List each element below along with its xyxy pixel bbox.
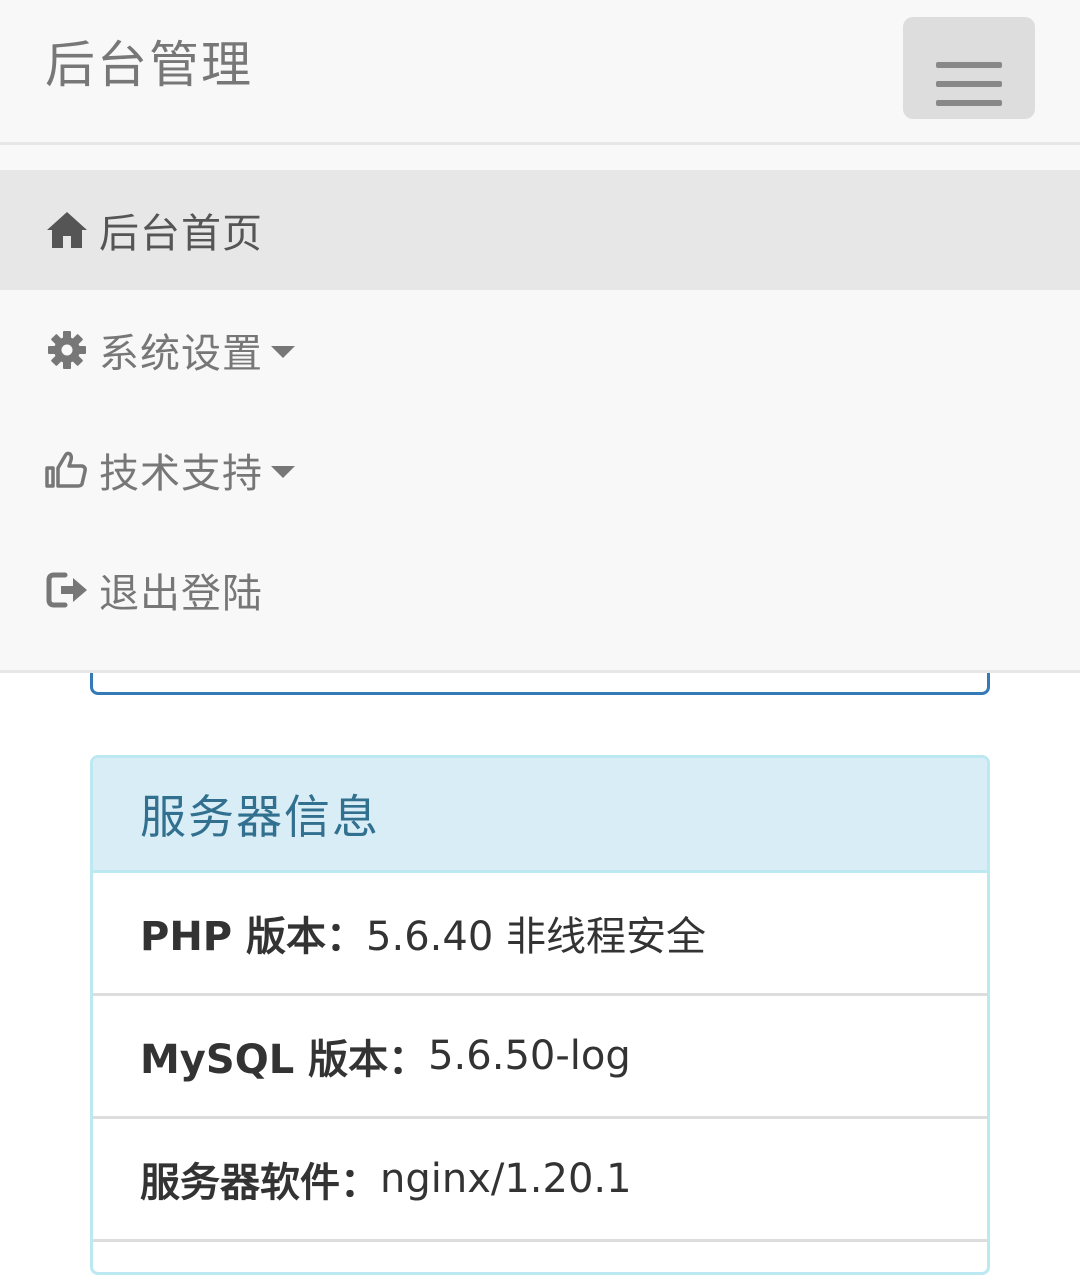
info-value: nginx/1.20.1 — [380, 1156, 632, 1202]
info-row-server-software: 服务器软件： nginx/1.20.1 — [93, 1119, 987, 1242]
server-info-panel: 服务器信息 PHP 版本： 5.6.40 非线程安全 MySQL 版本： 5.6… — [90, 755, 990, 1275]
info-row-php: PHP 版本： 5.6.40 非线程安全 — [93, 873, 987, 996]
info-key: MySQL 版本： — [140, 1037, 429, 1083]
caret-down-icon — [271, 346, 295, 358]
logout-icon — [45, 568, 89, 612]
panel-title: 服务器信息 — [93, 758, 987, 873]
gear-icon — [45, 328, 89, 372]
menu-item-home[interactable]: 后台首页 — [0, 170, 1080, 290]
menu-item-label: 后台首页 — [99, 211, 263, 257]
menu-item-label: 系统设置 — [99, 331, 263, 377]
info-key: 服务器软件： — [140, 1160, 380, 1206]
navbar-brand[interactable]: 后台管理 — [45, 30, 253, 100]
menu-item-system-settings[interactable]: 系统设置 — [0, 290, 1080, 410]
info-key: PHP 版本： — [140, 914, 367, 960]
info-value: 5.6.40 非线程安全 — [366, 914, 706, 960]
menu-item-label: 退出登陆 — [99, 571, 263, 617]
menu-item-logout[interactable]: 退出登陆 — [0, 530, 1080, 650]
thumbs-up-icon — [45, 448, 89, 492]
info-row-mysql: MySQL 版本： 5.6.50-log — [93, 996, 987, 1119]
home-icon — [45, 208, 89, 252]
caret-down-icon — [271, 466, 295, 478]
nav-menu: 后台首页 系统设置 技术支持 退出登陆 — [0, 145, 1080, 673]
menu-item-tech-support[interactable]: 技术支持 — [0, 410, 1080, 530]
navbar: 后台管理 — [0, 0, 1080, 145]
menu-item-label: 技术支持 — [99, 451, 263, 497]
info-value: 5.6.50-log — [428, 1033, 631, 1079]
navbar-toggle-button[interactable] — [903, 17, 1035, 119]
